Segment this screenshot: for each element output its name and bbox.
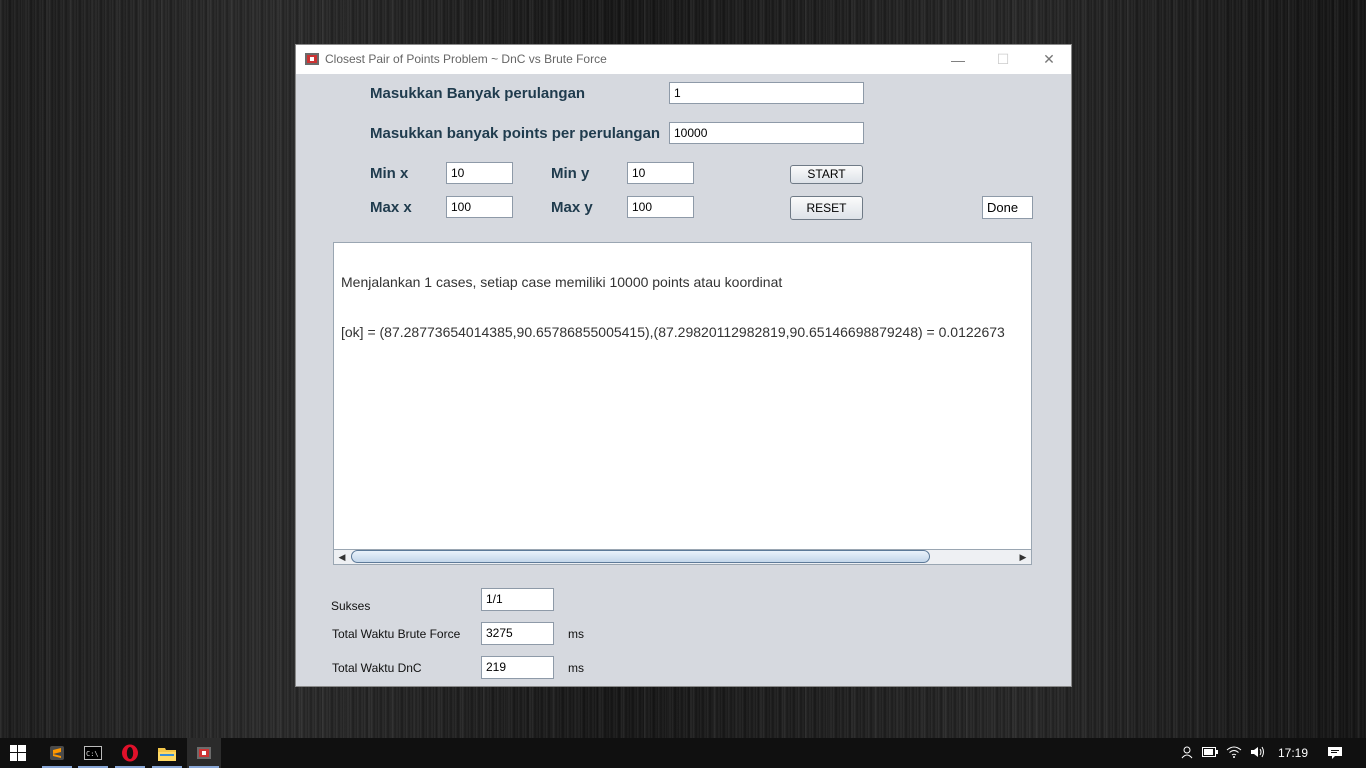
command-prompt-icon[interactable]: C:\ [76,738,110,768]
output-textarea[interactable]: Menjalankan 1 cases, setiap case memilik… [333,242,1032,564]
success-field[interactable]: 1/1 [481,588,554,611]
battery-icon[interactable] [1202,746,1218,760]
scrollbar-thumb[interactable] [351,550,930,563]
dnc-unit: ms [568,661,584,675]
max-x-label: Max x [370,199,412,216]
min-x-label: Min x [370,165,409,182]
people-icon[interactable] [1180,745,1194,762]
taskbar: C:\ 17:19 [0,738,1366,768]
max-y-label: Max y [551,199,593,216]
svg-text:C:\: C:\ [86,750,99,758]
maximize-button[interactable]: ☐ [980,45,1026,74]
window-title: Closest Pair of Points Problem ~ DnC vs … [325,52,607,66]
opera-icon[interactable] [113,738,147,768]
brute-force-time-field[interactable]: 3275 [481,622,554,645]
start-button[interactable]: START [790,165,863,184]
action-center-icon[interactable] [1318,738,1352,768]
clock[interactable]: 17:19 [1278,746,1308,760]
close-button[interactable]: ✕ [1026,45,1072,74]
reset-button[interactable]: RESET [790,196,863,220]
brute-force-time-label: Total Waktu Brute Force [332,627,461,641]
volume-icon[interactable] [1250,746,1266,761]
scroll-left-icon[interactable]: ◀ [335,550,349,564]
points-input[interactable]: 10000 [669,122,864,144]
points-label: Masukkan banyak points per perulangan [370,125,661,142]
horizontal-scrollbar[interactable]: ◀ ▶ [333,549,1032,565]
min-y-label: Min y [551,165,590,182]
java-app-icon [304,51,320,67]
scroll-right-icon[interactable]: ▶ [1016,550,1030,564]
sublime-text-icon[interactable] [40,738,74,768]
minimize-button[interactable]: — [935,45,981,74]
output-line-1: Menjalankan 1 cases, setiap case memilik… [341,274,783,290]
max-y-input[interactable]: 100 [627,196,694,218]
output-line-2: [ok] = (87.28773654014385,90.65786855005… [341,324,1005,340]
status-field[interactable]: Done [982,196,1033,219]
min-y-input[interactable]: 10 [627,162,694,184]
wifi-icon[interactable] [1226,746,1242,761]
success-label: Sukses [331,599,371,613]
windows-start-icon[interactable] [1,738,35,768]
min-x-input[interactable]: 10 [446,162,513,184]
loops-input[interactable]: 1 [669,82,864,104]
file-explorer-icon[interactable] [150,738,184,768]
brute-force-unit: ms [568,627,584,641]
loops-label: Masukkan Banyak perulangan [370,85,586,102]
title-bar[interactable]: Closest Pair of Points Problem ~ DnC vs … [296,45,1071,74]
max-x-input[interactable]: 100 [446,196,513,218]
dnc-time-label: Total Waktu DnC [332,661,422,675]
java-app-taskbar-icon[interactable] [187,738,221,768]
dnc-time-field[interactable]: 219 [481,656,554,679]
app-window: Closest Pair of Points Problem ~ DnC vs … [295,44,1072,687]
